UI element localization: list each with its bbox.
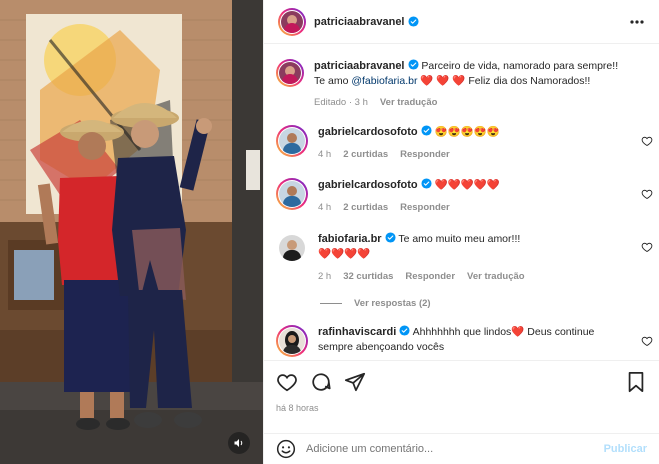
comment-avatar-wrap[interactable] (276, 232, 308, 284)
caption-edited: Editado · 3 h (314, 97, 368, 108)
comment-username[interactable]: fabiofaria.br (318, 233, 382, 245)
post-time-ago: há 8 horas (276, 403, 319, 413)
heart-icon[interactable] (641, 335, 653, 347)
see-translation-link[interactable]: Ver tradução (380, 95, 438, 110)
divider-line (320, 303, 342, 304)
comment-time: 4 h (318, 149, 332, 160)
comment-time: 4 h (318, 202, 332, 213)
reply-button[interactable]: Responder (405, 269, 455, 284)
emoji-icon[interactable] (276, 439, 296, 459)
heart-icon[interactable] (641, 135, 653, 147)
comment-body: rafinhaviscardi Ahhhhhhh que lindos❤️ De… (318, 325, 594, 357)
comment-username[interactable]: gabrielcardosofoto (318, 179, 418, 191)
comment-avatar-ring[interactable] (276, 178, 308, 210)
avatar (279, 181, 305, 207)
author-username[interactable]: patriciaabravanel (314, 16, 405, 28)
comment-item: gabrielcardosofoto ❤️❤️❤️❤️❤️ 4 h 2 curt… (276, 178, 649, 215)
avatar (279, 328, 305, 354)
post-actions: há 8 horas (264, 360, 659, 413)
verified-badge-icon (399, 325, 410, 336)
comment-text-line2: ❤️❤️❤️❤️ (318, 248, 371, 260)
view-replies-label: Ver respostas (2) (354, 298, 431, 309)
comment-body: gabrielcardosofoto ❤️❤️❤️❤️❤️ 4 h 2 curt… (318, 178, 500, 215)
author-avatar-ring[interactable] (278, 7, 306, 36)
comment-body: fabiofaria.br Te amo muito meu amor!!! ❤… (318, 232, 525, 284)
caption-line2-pre: Te amo (314, 75, 349, 87)
add-comment-bar: Publicar (264, 433, 659, 464)
comment-meta: 4 h 2 curtidas Responder (318, 147, 500, 162)
post-caption: patriciaabravanel Parceiro de vida, namo… (276, 59, 649, 110)
comment-likes[interactable]: 32 curtidas (343, 269, 393, 284)
comment-meta: 4 h 2 curtidas Responder (318, 200, 500, 215)
avatar (281, 10, 303, 33)
post-side-panel: patriciaabravanel patriciaabravanel Parc… (263, 0, 659, 464)
comment-item: gabrielcardosofoto 😍😍😍😍😍 4 h 2 curtidas … (276, 125, 649, 162)
caption-line2-post: Feliz dia dos Namorados!! (468, 75, 591, 87)
comment-time: 2 h (318, 271, 332, 282)
post-header: patriciaabravanel (264, 0, 659, 44)
verified-badge-icon (407, 16, 419, 27)
verified-badge-icon (421, 178, 432, 189)
avatar (279, 235, 305, 261)
comment-avatar-ring[interactable] (276, 325, 308, 357)
post-image (0, 0, 263, 464)
action-bar (276, 371, 647, 393)
caption-hearts: ❤️ ❤️ ❤️ (420, 75, 466, 87)
comment-username[interactable]: gabrielcardosofoto (318, 126, 418, 138)
comment-likes[interactable]: 2 curtidas (343, 200, 388, 215)
comment-likes[interactable]: 2 curtidas (343, 147, 388, 162)
caption-line1: Parceiro de vida, namorado para sempre!! (421, 60, 619, 72)
caption-mention-link[interactable]: @fabiofaria.br (351, 75, 417, 87)
mute-button[interactable] (228, 432, 250, 454)
comment-item: fabiofaria.br Te amo muito meu amor!!! ❤… (276, 232, 649, 284)
avatar (279, 128, 305, 154)
share-icon[interactable] (344, 371, 366, 393)
caption-text: patriciaabravanel Parceiro de vida, namo… (314, 59, 618, 110)
heart-icon[interactable] (641, 241, 653, 253)
caption-username[interactable]: patriciaabravanel (314, 60, 405, 72)
heart-icon[interactable] (276, 371, 298, 393)
verified-badge-icon (385, 232, 396, 243)
instagram-post-modal: patriciaabravanel patriciaabravanel Parc… (0, 0, 659, 464)
comment-text: ❤️❤️❤️❤️❤️ (434, 179, 500, 191)
comment-avatar-ring[interactable] (276, 125, 308, 157)
post-comment-button[interactable]: Publicar (604, 443, 647, 455)
comment-input[interactable] (306, 443, 604, 455)
heart-icon[interactable] (641, 188, 653, 200)
comment-icon[interactable] (310, 371, 332, 393)
comment-username[interactable]: rafinhaviscardi (318, 326, 396, 338)
caption-meta: Editado · 3 h Ver tradução (314, 95, 618, 110)
bookmark-icon[interactable] (625, 371, 647, 393)
comment-text: Ahhhhhhh que lindos❤️ Deus continue (412, 326, 595, 338)
view-replies-button[interactable]: Ver respostas (2) (320, 298, 431, 309)
reply-button[interactable]: Responder (400, 147, 450, 162)
comment-item: rafinhaviscardi Ahhhhhhh que lindos❤️ De… (276, 325, 649, 357)
comment-text-line2: sempre abençoando vocês (318, 341, 445, 353)
comment-meta: 2 h 32 curtidas Responder Ver tradução (318, 269, 525, 284)
verified-badge-icon (407, 59, 419, 70)
comment-text: 😍😍😍😍😍 (434, 126, 500, 138)
reply-button[interactable]: Responder (400, 200, 450, 215)
more-options-icon (630, 19, 644, 24)
more-options-button[interactable] (627, 12, 647, 32)
comment-text: Te amo muito meu amor!!! (398, 233, 521, 245)
avatar (279, 62, 301, 84)
comment-body: gabrielcardosofoto 😍😍😍😍😍 4 h 2 curtidas … (318, 125, 500, 162)
comments-list[interactable]: patriciaabravanel Parceiro de vida, namo… (264, 45, 659, 360)
caption-avatar-ring[interactable] (276, 59, 304, 87)
see-translation-link[interactable]: Ver tradução (467, 269, 525, 284)
verified-badge-icon (421, 125, 432, 136)
post-photo[interactable] (0, 0, 263, 464)
speaker-icon (234, 439, 243, 447)
